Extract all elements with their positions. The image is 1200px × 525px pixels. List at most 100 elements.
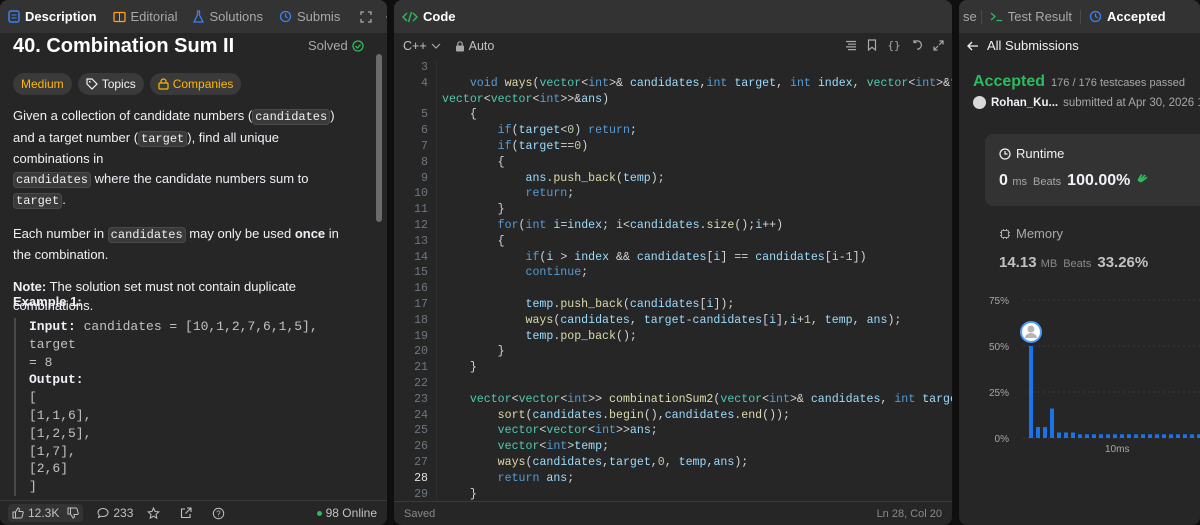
code-line[interactable]: 4 void ways(vector<int>& candidates,int …: [394, 76, 952, 92]
code-line[interactable]: 9 ans.push_back(temp);: [394, 171, 952, 187]
chart-bar[interactable]: [1085, 434, 1089, 438]
code-line[interactable]: 8 {: [394, 155, 952, 171]
chart-bar[interactable]: [1176, 434, 1180, 438]
code-line[interactable]: 5 {: [394, 107, 952, 123]
code-line[interactable]: 27 ways(candidates,target,0, temp,ans);: [394, 455, 952, 471]
tab-accepted[interactable]: Accepted: [1081, 0, 1174, 33]
chart-bar[interactable]: [1127, 434, 1131, 438]
chart-bar[interactable]: [1029, 346, 1033, 438]
topics-button[interactable]: Topics: [77, 73, 144, 95]
tab-submissions[interactable]: Submis: [271, 0, 348, 33]
tab-label: Test Result: [1007, 9, 1073, 24]
code-line[interactable]: 13 {: [394, 234, 952, 250]
comment-icon: [97, 507, 109, 519]
chart-bar[interactable]: [1113, 434, 1117, 438]
testcases-passed: 176 / 176 testcases passed: [1051, 77, 1185, 89]
chart-bar[interactable]: [1190, 434, 1194, 438]
text: Given a collection of candidate numbers …: [13, 108, 253, 123]
thumbs-down-icon[interactable]: [67, 507, 80, 519]
chart-bar[interactable]: [1071, 432, 1075, 438]
code-line[interactable]: 16: [394, 281, 952, 297]
code-line[interactable]: 6 if(target<0) return;: [394, 123, 952, 139]
avatar[interactable]: [973, 96, 986, 109]
language-select[interactable]: C++: [403, 39, 441, 53]
code-text: vector<int>temp;: [497, 440, 610, 454]
code-line[interactable]: 20 }: [394, 344, 952, 360]
autocomplete-toggle[interactable]: Auto: [455, 39, 494, 53]
chart-bar[interactable]: [1036, 426, 1040, 438]
collapse-left-icon[interactable]: [386, 11, 387, 23]
code-line[interactable]: 7 if(target==0): [394, 139, 952, 155]
x-tick-label: 10ms: [1105, 444, 1129, 455]
help-icon[interactable]: ?: [212, 507, 225, 520]
memory-value[interactable]: 14.13 MB Beats 33.26%: [999, 254, 1148, 271]
code-line[interactable]: 23 vector<vector<int>> combinationSum2(v…: [394, 392, 952, 408]
code-line[interactable]: 21 }: [394, 360, 952, 376]
code-line[interactable]: 28 return ans;: [394, 471, 952, 487]
braces-icon[interactable]: {}: [887, 39, 901, 51]
chart-bar[interactable]: [1141, 434, 1145, 438]
chart-bar[interactable]: [1050, 408, 1054, 438]
code-line[interactable]: 14 if(i > index && candidates[i] == cand…: [394, 250, 952, 266]
share-icon[interactable]: [180, 507, 192, 519]
tab-description[interactable]: Description: [0, 0, 105, 33]
chart-bar[interactable]: [1120, 434, 1124, 438]
code-line[interactable]: 29 }: [394, 487, 952, 503]
code-line[interactable]: 24 sort(candidates.begin(),candidates.en…: [394, 408, 952, 424]
code-line[interactable]: 15 continue;: [394, 265, 952, 281]
chart-bar[interactable]: [1162, 434, 1166, 438]
line-number: 7: [421, 139, 428, 153]
companies-button[interactable]: Companies: [149, 73, 242, 95]
code-line[interactable]: 19 temp.pop_back();: [394, 329, 952, 345]
y-tick-label: 0%: [995, 434, 1010, 445]
tab-test-result[interactable]: Test Result: [982, 0, 1080, 33]
chart-bar[interactable]: [1134, 434, 1138, 438]
chart-bar[interactable]: [1148, 434, 1152, 438]
runtime-card[interactable]: [985, 134, 1200, 206]
chart-bar[interactable]: [1092, 434, 1096, 438]
chart-bar[interactable]: [1155, 434, 1159, 438]
chart-bar[interactable]: [1169, 434, 1173, 438]
reset-icon[interactable]: [911, 39, 923, 51]
chart-bar[interactable]: [1043, 426, 1047, 438]
memory-label-text: Memory: [1016, 226, 1063, 241]
code-line[interactable]: 3: [394, 60, 952, 76]
comments-button[interactable]: 233: [93, 504, 137, 522]
like-button[interactable]: 12.3K: [8, 504, 84, 522]
tab-testcase[interactable]: se: [959, 0, 981, 33]
code-line[interactable]: 18 ways(candidates, target-candidates[i]…: [394, 313, 952, 329]
code-line[interactable]: 25 vector<vector<int>>ans;: [394, 423, 952, 439]
expand-icon[interactable]: [360, 10, 372, 23]
tab-solutions[interactable]: Solutions: [185, 0, 270, 33]
code-line[interactable]: 11 }: [394, 202, 952, 218]
online-indicator: 98 Online: [316, 506, 377, 520]
tab-editorial[interactable]: Editorial: [105, 0, 186, 33]
chart-bar[interactable]: [1099, 434, 1103, 438]
star-icon[interactable]: [147, 506, 161, 520]
format-icon[interactable]: [845, 39, 857, 51]
fullscreen-icon[interactable]: [933, 39, 944, 51]
bold-text: once: [294, 225, 326, 241]
chart-bar[interactable]: [1183, 434, 1187, 438]
all-submissions-link[interactable]: All Submissions: [967, 38, 1079, 53]
code-line[interactable]: 12 for(int i=index; i<candidates.size();…: [394, 218, 952, 234]
code-line[interactable]: 10 return;: [394, 186, 952, 202]
chart-bar[interactable]: [1064, 432, 1068, 438]
chart-bar[interactable]: [1106, 434, 1110, 438]
code-line[interactable]: 26 vector<int>temp;: [394, 439, 952, 455]
scrollbar-thumb[interactable]: [376, 54, 382, 222]
memory-number: 14.13: [999, 254, 1037, 271]
example-title: Example 1:: [13, 294, 82, 309]
runtime-distribution-chart[interactable]: 75%50%25%0%10ms10ms: [959, 290, 1200, 460]
code-area[interactable]: 3 4 void ways(vector<int>& candidates,int…: [394, 60, 952, 502]
code-line[interactable]: 22: [394, 376, 952, 392]
chart-bar[interactable]: [1078, 434, 1082, 438]
bookmark-icon[interactable]: [867, 39, 877, 51]
code-text: if(target==0): [497, 139, 589, 153]
code-text: vector<vector<int>>ans;: [497, 424, 658, 438]
chart-bar[interactable]: [1057, 432, 1061, 438]
code-line[interactable]: 17 temp.push_back(candidates[i]);: [394, 297, 952, 313]
code-line[interactable]: vector<vector<int>>&ans): [394, 92, 952, 108]
tab-code[interactable]: Code: [394, 0, 464, 33]
author-name[interactable]: Rohan_Ku...: [991, 97, 1058, 109]
